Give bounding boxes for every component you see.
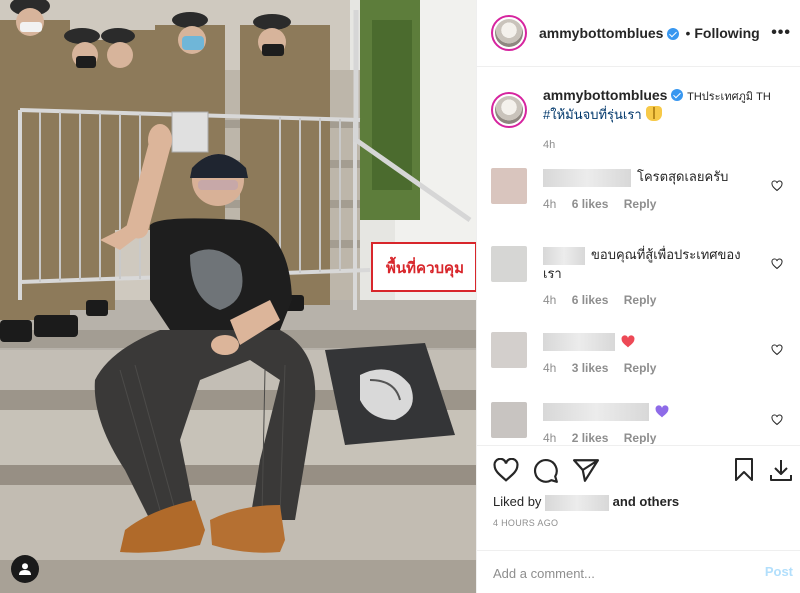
- restricted-area-sign: พื้นที่ควบคุม: [386, 259, 464, 277]
- comment-icon[interactable]: [533, 458, 559, 484]
- caption-hashtag[interactable]: #ให้มันจบที่รุ่นเรา: [543, 107, 642, 122]
- comment-like-heart-icon[interactable]: [771, 258, 783, 270]
- comment-likes[interactable]: 6 likes: [572, 197, 609, 211]
- comment-avatar[interactable]: [491, 332, 527, 368]
- purple-heart-emoji-icon: [655, 405, 669, 418]
- post-details-pane: ammybottomblues • Following ••• ammybott…: [476, 0, 800, 593]
- comment-item: 4h 3 likes Reply: [491, 332, 791, 377]
- comments-list[interactable]: ammybottomblues THประเทศภูมิ TH #ให้มันจ…: [477, 68, 800, 444]
- comment-like-heart-icon[interactable]: [771, 180, 783, 192]
- comment-item: โครตสุดเลยครับ 4h 6 likes Reply: [491, 168, 791, 213]
- liked-by-text: Liked by and others: [493, 494, 679, 511]
- send-icon[interactable]: [573, 458, 599, 482]
- add-comment-input[interactable]: [493, 563, 733, 583]
- redacted-username: [543, 246, 585, 265]
- redacted-liker-name: [545, 494, 610, 511]
- comment-text: โครตสุดเลยครับ: [637, 169, 729, 184]
- comment-time[interactable]: 4h: [543, 197, 556, 211]
- more-options-button[interactable]: •••: [771, 24, 791, 42]
- comment-like-heart-icon[interactable]: [771, 344, 783, 356]
- separator-dot: •: [685, 25, 691, 41]
- praying-hands-icon: [645, 106, 662, 121]
- redacted-username: [543, 168, 631, 187]
- post-caption: ammybottomblues THประเทศภูมิ TH #ให้มันจ…: [491, 86, 791, 154]
- comment-likes[interactable]: 3 likes: [572, 361, 609, 375]
- caption-time[interactable]: 4h: [543, 136, 791, 154]
- comment-like-heart-icon[interactable]: [771, 414, 783, 426]
- caption-username[interactable]: ammybottomblues: [543, 87, 667, 103]
- post-photo[interactable]: พื้นที่ควบคุม: [0, 0, 476, 593]
- post-actions: Liked by and others 4 HOURS AGO Post: [477, 445, 800, 593]
- post-header: ammybottomblues • Following •••: [477, 0, 800, 67]
- bookmark-icon[interactable]: [733, 458, 755, 482]
- following-button[interactable]: Following: [694, 25, 759, 41]
- add-comment-bar: Post: [477, 550, 800, 593]
- post-timestamp[interactable]: 4 HOURS AGO: [493, 518, 558, 528]
- user-icon: [19, 563, 31, 575]
- post-comment-button[interactable]: Post: [765, 564, 793, 579]
- liked-by-prefix: Liked by: [493, 494, 542, 509]
- verified-badge-icon: [667, 28, 680, 40]
- reply-button[interactable]: Reply: [624, 293, 657, 307]
- reply-button[interactable]: Reply: [624, 197, 657, 211]
- post-image: [0, 0, 476, 593]
- liked-by-others-link[interactable]: and others: [613, 494, 679, 509]
- caption-author-avatar[interactable]: [491, 92, 527, 128]
- author-avatar[interactable]: [491, 15, 527, 51]
- reply-button[interactable]: Reply: [624, 361, 657, 375]
- red-heart-emoji-icon: [621, 335, 635, 348]
- comment-item: 4h 2 likes Reply: [491, 402, 791, 444]
- more-horizontal-icon: •••: [771, 24, 791, 41]
- comment-likes[interactable]: 2 likes: [572, 431, 609, 444]
- author-username[interactable]: ammybottomblues: [539, 25, 663, 41]
- comment-time[interactable]: 4h: [543, 293, 556, 307]
- comment-avatar[interactable]: [491, 168, 527, 204]
- comment-avatar[interactable]: [491, 402, 527, 438]
- comment-time[interactable]: 4h: [543, 361, 556, 375]
- download-icon[interactable]: [769, 458, 793, 482]
- comment-avatar[interactable]: [491, 246, 527, 282]
- redacted-username: [543, 402, 649, 421]
- user-tag-button[interactable]: [11, 555, 39, 583]
- comment-likes[interactable]: 6 likes: [572, 293, 609, 307]
- comment-time[interactable]: 4h: [543, 431, 556, 444]
- comment-item: ขอบคุณที่สู้เพื่อประเทศของเรา 4h 6 likes…: [491, 246, 791, 309]
- reply-button[interactable]: Reply: [624, 431, 657, 444]
- caption-location-text: THประเทศภูมิ TH: [687, 91, 771, 103]
- heart-icon[interactable]: [493, 458, 519, 482]
- redacted-username: [543, 332, 615, 351]
- verified-badge-icon: [671, 89, 684, 101]
